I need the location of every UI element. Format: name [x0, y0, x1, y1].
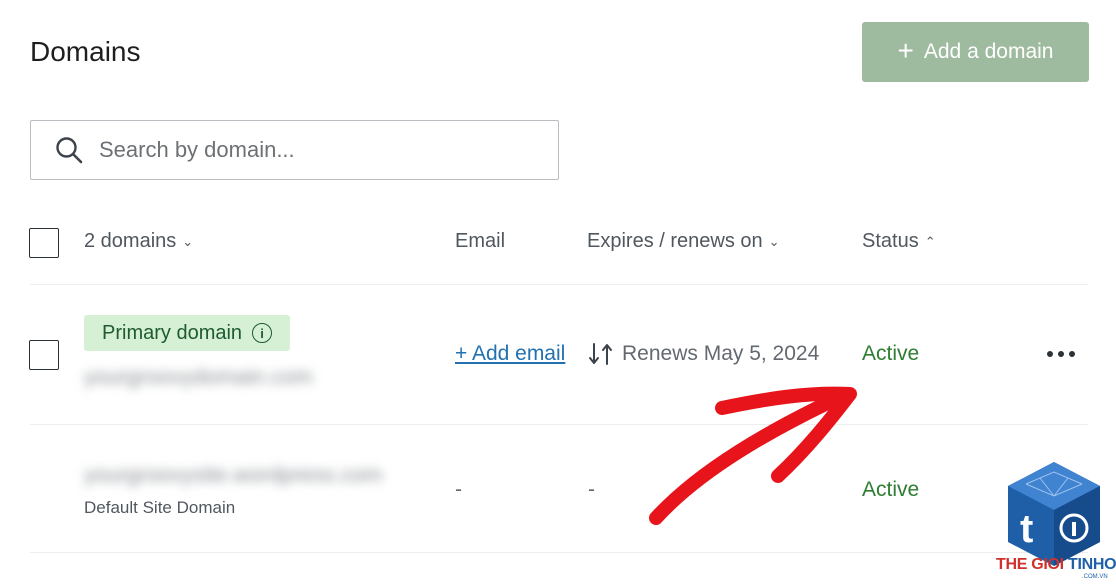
row-divider [30, 552, 1088, 553]
chevron-up-icon: ⌃ [924, 233, 936, 249]
dot [1058, 351, 1064, 357]
chevron-down-icon: ⌄ [768, 233, 780, 249]
add-email-link[interactable]: + Add email [455, 342, 565, 366]
primary-domain-badge: Primary domain i [84, 315, 291, 351]
primary-domain-label: Primary domain [102, 321, 243, 344]
search-icon [56, 137, 83, 164]
search-input[interactable] [99, 137, 519, 163]
add-domain-button[interactable]: + Add a domain [862, 22, 1089, 82]
watermark-brand: THE GIOI TINHOC [996, 556, 1116, 573]
renewal-date: Renews May 5, 2024 [622, 342, 820, 365]
chevron-down-icon: ⌄ [182, 233, 194, 249]
domains-header-label: 2 domains [84, 230, 177, 252]
svg-text:t: t [1020, 507, 1033, 551]
email-column-header: Email [455, 230, 505, 253]
status-column-header[interactable]: Status ⌃ [862, 230, 936, 253]
add-domain-label: Add a domain [923, 40, 1054, 63]
expires-header-label: Expires / renews on [587, 230, 763, 252]
search-box[interactable] [30, 120, 559, 180]
renew-icon [589, 343, 612, 365]
dot [1047, 351, 1053, 357]
page-title: Domains [30, 36, 141, 67]
default-site-domain-label: Default Site Domain [84, 498, 236, 517]
status-badge: Active [862, 342, 920, 365]
expires-column-header[interactable]: Expires / renews on ⌄ [587, 230, 780, 253]
row-divider [30, 284, 1088, 285]
row-divider [30, 424, 1088, 425]
plus-icon: + [897, 34, 914, 66]
select-all-checkbox[interactable] [29, 228, 59, 258]
status-header-label: Status [862, 230, 919, 252]
row-checkbox[interactable] [29, 340, 59, 370]
annotation-arrow [649, 386, 857, 525]
expires-value: - [588, 478, 595, 501]
dot [1069, 351, 1075, 357]
email-value: - [455, 478, 462, 501]
email-header-label: Email [455, 230, 506, 252]
domain-name[interactable]: yourgroovysite.wordpress.com [84, 462, 382, 488]
domains-column-header[interactable]: 2 domains ⌄ [84, 230, 193, 253]
info-icon[interactable]: i [252, 323, 273, 343]
domain-name[interactable]: yourgroovydomain.com [84, 364, 313, 390]
status-badge: Active [862, 478, 920, 501]
renewal-info: Renews May 5, 2024 [588, 342, 819, 366]
watermark-domain-suffix: .COM.VN [1082, 574, 1108, 580]
more-options-button[interactable] [1040, 340, 1082, 368]
